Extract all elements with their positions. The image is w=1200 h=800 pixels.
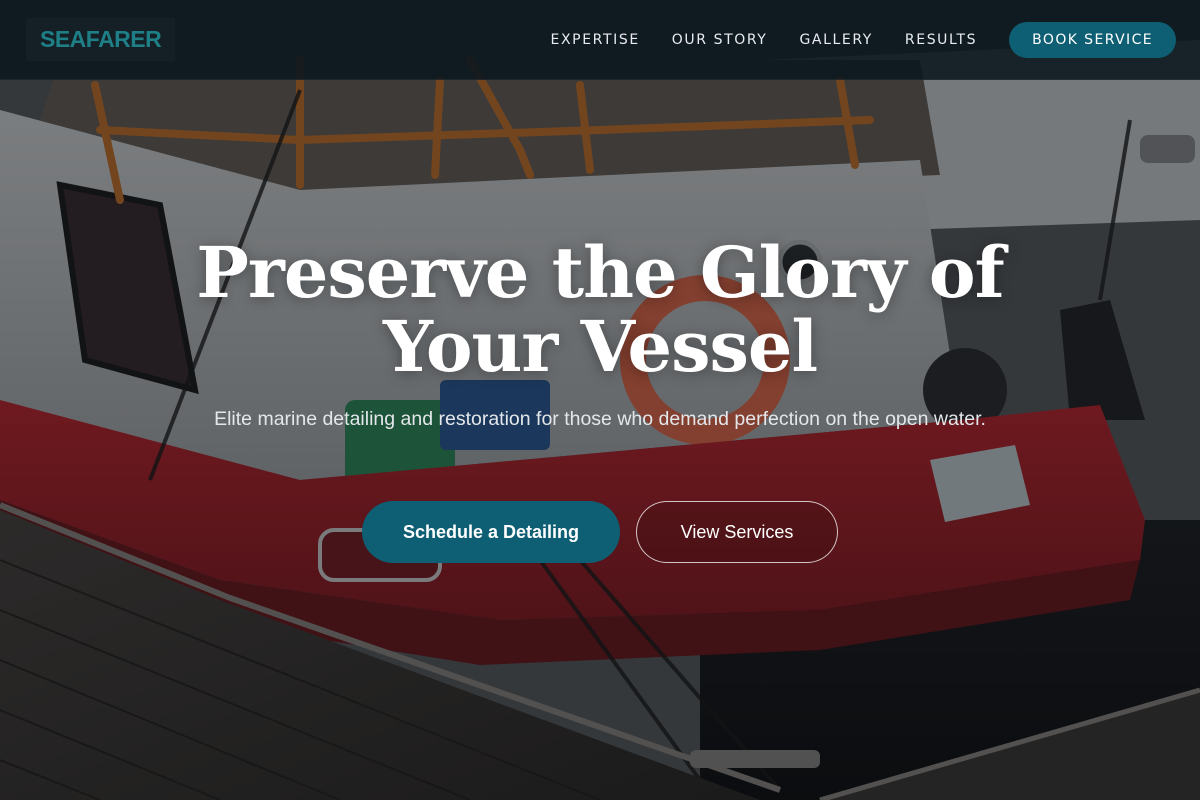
schedule-detailing-button[interactable]: Schedule a Detailing (362, 501, 620, 563)
book-service-button[interactable]: BOOK SERVICE (1009, 21, 1176, 58)
hero-cta-group: Schedule a Detailing View Services (0, 501, 1200, 563)
main-nav: EXPERTISE OUR STORY GALLERY RESULTS BOOK… (551, 21, 1176, 58)
site-header: SEAFARER EXPERTISE OUR STORY GALLERY RES… (0, 0, 1200, 80)
landing-page: SEAFARER EXPERTISE OUR STORY GALLERY RES… (0, 0, 1200, 800)
nav-link-our-story[interactable]: OUR STORY (672, 32, 768, 48)
brand-logo[interactable]: SEAFARER (26, 18, 175, 61)
nav-link-gallery[interactable]: GALLERY (799, 32, 872, 48)
nav-link-expertise[interactable]: EXPERTISE (551, 32, 640, 48)
nav-link-results[interactable]: RESULTS (905, 32, 977, 48)
hero-title: Preserve the Glory of Your Vessel (196, 231, 1004, 388)
hero-subtitle: Elite marine detailing and restoration f… (214, 408, 986, 430)
hero-section: Preserve the Glory of Your Vessel Elite … (0, 80, 1200, 800)
view-services-button[interactable]: View Services (636, 501, 838, 563)
